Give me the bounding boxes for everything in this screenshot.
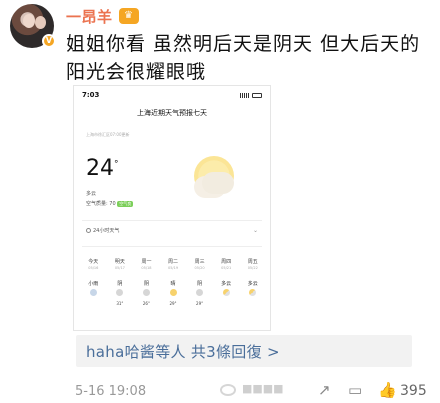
battery-icon <box>252 92 262 98</box>
hourly-weather-header[interactable]: 24小时天气 <box>86 227 119 234</box>
day-condition: 阴 <box>143 281 149 287</box>
day-condition: 阴 <box>117 281 123 287</box>
day-date: 05/19 <box>167 266 179 270</box>
phone-status-bar: 7:03 <box>74 86 270 104</box>
day-name: 周一 <box>141 259 152 265</box>
day-high: 29° <box>196 301 204 306</box>
replies-box[interactable]: haha哈酱等人 共3條回復 > <box>76 335 412 367</box>
day-name: 明天 <box>114 259 125 265</box>
cloudy-icon <box>142 289 150 296</box>
hourly-title: 24小时天气 <box>93 228 120 234</box>
air-quality: 空气质量: 70 空气良 <box>86 200 134 207</box>
day-high: 26° <box>142 301 150 306</box>
degree-symbol: ° <box>114 159 119 170</box>
clock-icon <box>86 228 91 233</box>
member-badge-icon: ♛ <box>118 8 139 24</box>
status-time: 7:03 <box>82 91 100 99</box>
day-name: 周四 <box>221 259 232 265</box>
day-condition: 小雨 <box>88 281 99 287</box>
current-condition: 多云 <box>86 191 97 197</box>
avatar-face-2 <box>35 16 46 29</box>
share-icon[interactable]: ↗ <box>318 381 331 399</box>
comment-icon[interactable]: ▭ <box>348 381 362 399</box>
watermark-logo <box>220 384 236 396</box>
watermark-text: ■■■■ <box>242 382 284 395</box>
avatar-face <box>23 14 35 28</box>
forecast-day: 周五 05/22 多云 <box>239 258 266 311</box>
forecast-day: 今天 05/16 小雨 <box>80 258 107 311</box>
day-condition: 晴 <box>170 281 176 287</box>
replies-link[interactable]: haha哈酱等人 共3條回復 > <box>86 341 280 362</box>
rain-icon <box>89 289 97 296</box>
day-high: 31° <box>116 301 124 306</box>
current-temperature-value: 24 <box>86 156 114 181</box>
chevron-down-icon[interactable]: ⌄ <box>253 227 258 234</box>
day-high: 29° <box>169 301 177 306</box>
day-date: 05/22 <box>247 266 258 270</box>
partly-cloudy-icon <box>222 289 230 296</box>
partly-cloudy-icon <box>249 289 257 296</box>
day-date: 05/18 <box>141 266 152 270</box>
status-icons <box>240 92 262 98</box>
cloud-icon <box>202 172 234 194</box>
seven-day-forecast: 今天 05/16 小雨 明天 05/17 阴 31° 周一 05/18 阴 26… <box>80 258 266 311</box>
day-condition: 阴 <box>197 281 203 287</box>
day-name: 周二 <box>168 259 179 265</box>
forecast-title: 上海近期天气预报七天 <box>137 109 207 117</box>
day-name: 今天 <box>88 259 99 265</box>
comment-time: 5-16 19:08 <box>75 383 147 399</box>
aqi-label: 空气质量: 70 <box>86 201 116 207</box>
aqi-badge: 空气良 <box>117 201 134 207</box>
day-high <box>80 301 107 311</box>
like-count: 395 <box>400 383 427 399</box>
like-icon[interactable]: 👍 <box>378 381 397 399</box>
divider <box>82 246 262 247</box>
username-row: 一昂羊 ♛ <box>66 6 139 26</box>
forecast-day: 明天 05/17 阴 31° <box>107 258 134 311</box>
forecast-day: 周三 05/20 阴 29° <box>186 258 213 311</box>
update-line: 上海市徐汇区07:00更新 <box>86 132 130 137</box>
day-date: 05/17 <box>114 266 125 270</box>
forecast-day: 周一 05/18 阴 26° <box>133 258 160 311</box>
cloudy-icon <box>196 289 204 296</box>
day-name: 周三 <box>194 259 205 265</box>
verified-badge-icon: V <box>42 34 56 48</box>
username[interactable]: 一昂羊 <box>66 6 113 27</box>
day-date: 05/16 <box>88 266 99 270</box>
day-high <box>213 301 240 311</box>
forecast-day: 周二 05/19 晴 29° <box>160 258 187 311</box>
day-date: 05/21 <box>221 266 232 270</box>
day-name: 周五 <box>247 259 258 265</box>
divider <box>82 220 262 221</box>
forecast-day: 周四 05/21 多云 <box>213 258 240 311</box>
cloudy-icon <box>116 289 124 296</box>
current-temperature: 24° <box>86 156 119 181</box>
day-condition: 多云 <box>247 281 258 287</box>
day-condition: 多云 <box>221 281 232 287</box>
sun-icon <box>169 289 177 296</box>
embedded-weather-screenshot[interactable]: 7:03 上海近期天气预报七天 上海市徐汇区07:00更新 24° 多云 空气质… <box>73 85 271 331</box>
comment-text: 姐姐你看 虽然明后天是阴天 但大后天的阳光会很耀眼哦 <box>66 33 421 83</box>
signal-icon <box>240 92 250 98</box>
day-date: 05/20 <box>194 266 205 270</box>
day-high <box>239 301 266 311</box>
